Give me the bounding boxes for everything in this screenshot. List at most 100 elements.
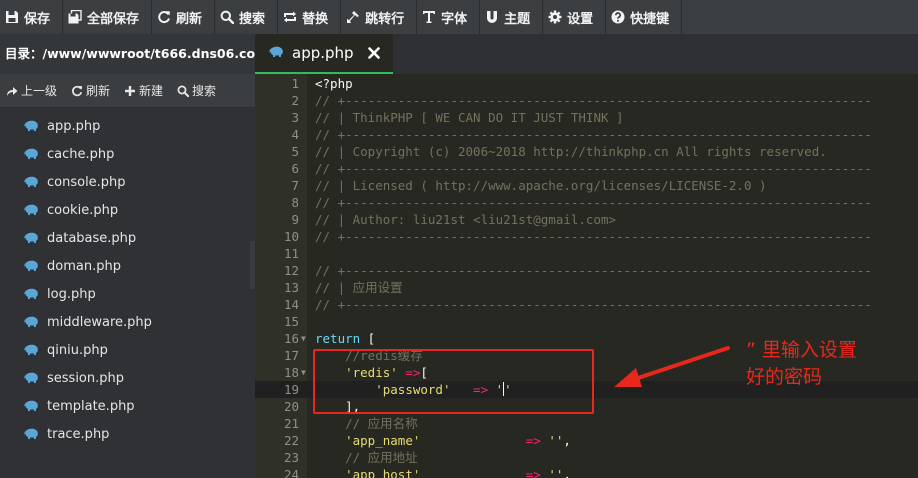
code-token: // +------------------------------------… [315, 229, 872, 244]
code-token: // | Copyright (c) 2006~2018 http://thin… [315, 144, 827, 159]
line-number: 5 [291, 144, 299, 159]
php-file-icon [24, 372, 38, 383]
file-name: session.php [47, 370, 124, 386]
code-text: // | 应用设置 [315, 279, 403, 296]
code-text: // +------------------------------------… [315, 194, 872, 211]
sidebar-action-refresh[interactable]: 刷新 [65, 82, 118, 99]
toolbar-button-goto-line[interactable]: 跳转行 [341, 0, 418, 34]
code-token: [ [360, 331, 376, 346]
sidebar-action-plus[interactable]: 新建 [118, 82, 171, 99]
toolbar-button-label: 主题 [504, 11, 531, 27]
code-line: 7 // | Licensed ( http://www.apache.org/l… [255, 177, 918, 194]
file-name: app.php [47, 118, 101, 134]
tab-app-php[interactable]: app.php [255, 34, 393, 74]
toolbar-button-label: 搜索 [239, 11, 266, 27]
toolbar-button-label: 字体 [441, 11, 468, 27]
file-item-log-php[interactable]: log.php [0, 280, 255, 308]
file-item-cookie-php[interactable]: cookie.php [0, 196, 255, 224]
file-item-cache-php[interactable]: cache.php [0, 140, 255, 168]
toolbar-button-search[interactable]: 搜索 [215, 0, 279, 34]
file-item-middleware-php[interactable]: middleware.php [0, 308, 255, 336]
line-number: 18 [283, 365, 299, 380]
file-item-trace-php[interactable]: trace.php [0, 420, 255, 448]
sidebar-action-label: 新建 [139, 84, 164, 98]
sidebar-action-label: 上一级 [21, 84, 58, 98]
code-line: 9 // | Author: liu21st <liu21st@gmail.com… [255, 211, 918, 228]
toolbar-button-font[interactable]: 字体 [417, 0, 481, 34]
code-token: // +------------------------------------… [315, 195, 872, 210]
refresh-icon [157, 10, 171, 24]
refresh-icon [71, 85, 86, 97]
file-item-qiniu-php[interactable]: qiniu.php [0, 336, 255, 364]
close-icon[interactable] [367, 47, 380, 59]
php-file-icon [24, 400, 38, 411]
toolbar-button-gear[interactable]: 设置 [543, 0, 607, 34]
code-line: 3 // | ThinkPHP [ WE CAN DO IT JUST THINK… [255, 109, 918, 126]
code-line: 2 // +-----------------------------------… [255, 92, 918, 109]
code-text: // 应用地址 [315, 449, 418, 466]
line-number: 8 [291, 195, 299, 210]
php-file-icon [24, 316, 38, 327]
code-token: 'app_name' [345, 433, 421, 448]
php-file-icon [24, 204, 38, 215]
code-text: // +------------------------------------… [315, 126, 872, 143]
theme-icon [485, 10, 499, 24]
line-number: 16 [283, 331, 299, 346]
code-text: 'app_name' => '', [315, 432, 571, 449]
code-line: 12 // +----------------------------------… [255, 262, 918, 279]
php-file-icon [24, 428, 38, 439]
code-token: // | 应用设置 [315, 280, 403, 295]
sidebar-action-search[interactable]: 搜索 [171, 82, 224, 99]
code-text: // +------------------------------------… [315, 92, 872, 109]
fold-toggle-icon[interactable]: ▼ [301, 364, 306, 381]
help-icon [611, 10, 625, 24]
toolbar-button-replace[interactable]: 替换 [278, 0, 342, 34]
code-token: '' [548, 433, 564, 448]
code-editor[interactable]: 1 <?php 2 // +-----------------------------… [255, 74, 918, 478]
code-token: // +------------------------------------… [315, 161, 872, 176]
toolbar-button-refresh[interactable]: 刷新 [152, 0, 216, 34]
toolbar-button-label: 跳转行 [365, 11, 405, 27]
file-name: trace.php [47, 426, 110, 442]
editor-toolbar: 保存 全部保存 刷新 搜索 替换 跳转行 字体 主题 设置 快捷键 [0, 0, 918, 34]
arrow-up-icon [6, 85, 21, 97]
file-name: template.php [47, 398, 135, 414]
code-line: 14 // +----------------------------------… [255, 296, 918, 313]
search-icon [220, 10, 235, 24]
code-token: '' [548, 467, 564, 478]
file-item-app-php[interactable]: app.php [0, 112, 255, 140]
replace-icon [283, 10, 297, 24]
line-number: 4 [291, 127, 299, 142]
toolbar-button-save-all[interactable]: 全部保存 [63, 0, 153, 34]
line-number: 2 [291, 93, 299, 108]
fold-toggle-icon[interactable]: ▼ [301, 330, 306, 347]
file-item-database-php[interactable]: database.php [0, 224, 255, 252]
file-item-doman-php[interactable]: doman.php [0, 252, 255, 280]
toolbar-button-theme[interactable]: 主题 [480, 0, 544, 34]
sidebar-action-arrow-up[interactable]: 上一级 [0, 82, 65, 99]
code-text: // 应用名称 [315, 415, 418, 432]
line-number: 6 [291, 161, 299, 176]
code-token: // +------------------------------------… [315, 127, 872, 142]
php-file-icon [24, 176, 38, 187]
line-number: 13 [283, 280, 299, 295]
toolbar-button-label: 保存 [24, 11, 51, 27]
file-item-template-php[interactable]: template.php [0, 392, 255, 420]
php-file-icon [24, 120, 38, 131]
toolbar-button-save[interactable]: 保存 [0, 0, 64, 34]
toolbar-button-help[interactable]: 快捷键 [606, 0, 683, 34]
code-text: // +------------------------------------… [315, 228, 872, 245]
save-all-icon [68, 10, 82, 24]
line-number: 17 [283, 348, 299, 363]
code-line: 24 'app_host' => '', [255, 466, 918, 478]
code-token: // 应用地址 [315, 450, 418, 465]
file-name: console.php [47, 174, 126, 190]
file-item-session-php[interactable]: session.php [0, 364, 255, 392]
code-token: // +------------------------------------… [315, 93, 872, 108]
toolbar-button-label: 刷新 [176, 11, 203, 27]
code-token: // +------------------------------------… [315, 297, 872, 312]
file-item-console-php[interactable]: console.php [0, 168, 255, 196]
code-token: 'app_host' [345, 467, 421, 478]
code-token: => [420, 433, 549, 448]
